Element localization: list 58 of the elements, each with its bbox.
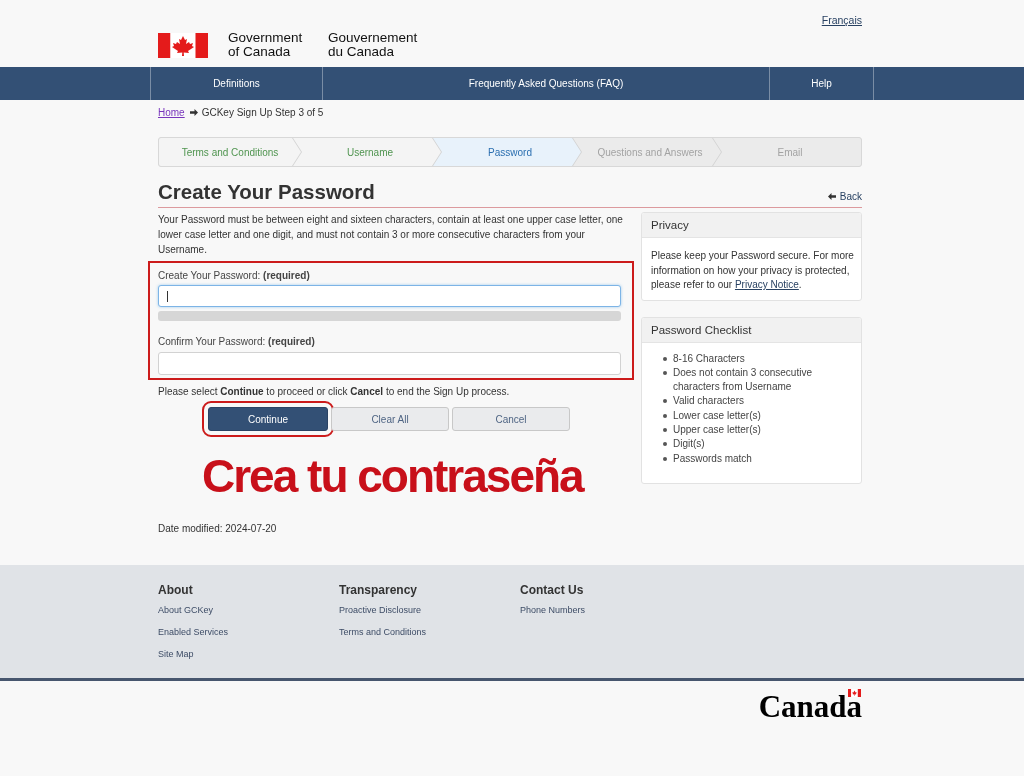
footer-heading: About <box>158 583 193 597</box>
flag-icon <box>848 689 861 697</box>
bullet-icon <box>663 413 667 418</box>
checklist-item: 8-16 Characters <box>673 351 746 366</box>
privacy-text: Please keep your Password secure. For more information on how your privacy is protected, please refer to our Privacy Notice. <box>650 249 855 292</box>
checklist-item: Valid characters <box>673 394 745 409</box>
bullet-icon <box>663 370 667 375</box>
footer-link[interactable]: Proactive Disclosure <box>339 599 422 621</box>
field-label: Confirm Your Password: (required) <box>158 335 316 349</box>
footer-link[interactable]: Site Map <box>158 643 194 665</box>
annotation-caption: Crea tu contraseña <box>202 451 583 501</box>
left-arrow-icon <box>827 193 836 200</box>
menu-link[interactable]: Frequently Asked Questions (FAQ) <box>322 67 769 100</box>
form-button[interactable]: Cancel <box>452 407 570 431</box>
language-link[interactable]: Français <box>821 14 862 26</box>
field-label: Create Your Password: (required) <box>158 269 311 283</box>
footer-heading: Contact Us <box>520 583 584 597</box>
checklist-item: Digit(s) <box>673 437 706 452</box>
progress-step: Questions and Answers <box>573 138 721 166</box>
home-link[interactable]: Home <box>158 107 185 118</box>
bullet-icon <box>663 456 667 461</box>
checklist-item: Lower case letter(s) <box>673 408 762 423</box>
bullet-icon <box>663 356 667 361</box>
password-field[interactable] <box>158 285 621 307</box>
page-title: Create Your Password <box>158 180 375 204</box>
checklist-item: Does not contain 3 consecutive characters from Username <box>673 365 813 395</box>
flag-icon <box>158 32 208 58</box>
form-button[interactable]: Clear All <box>331 407 449 431</box>
footer-link[interactable]: Terms and Conditions <box>339 621 427 643</box>
breadcrumb-text: GCKey Sign Up Step 3 of 5 <box>201 107 324 118</box>
panel-title: Password Checklist <box>642 317 861 343</box>
bullet-icon <box>663 428 667 432</box>
progress-step: Username <box>293 138 441 166</box>
progress-step: Email <box>713 138 861 166</box>
instruction-text: Please select Continue to proceed or click Cancel to end the Sign Up process. <box>158 385 511 399</box>
wordmark-text: Canada <box>758 697 862 717</box>
panel-title: Privacy <box>642 213 861 238</box>
date-modified-text: Date modified: 2024-07-20 <box>158 522 278 536</box>
progress-step: Terms and Conditions <box>159 138 301 166</box>
bullet-icon <box>663 442 667 447</box>
password-field[interactable] <box>158 352 621 375</box>
checklist-item: Passwords match <box>673 451 753 466</box>
privacy-notice-link[interactable]: Privacy Notice <box>734 279 799 290</box>
intro-text: Your Password must be between eight and sixteen characters, contain at least one upper case letter, one lower case letter and one digit, and must not contain 3 or more consecutive characters from your Username. <box>158 213 624 257</box>
progress-step: Password <box>433 138 581 166</box>
checklist-item: Upper case letter(s) <box>673 423 762 437</box>
menu-link[interactable]: Help <box>769 67 874 100</box>
footer-link[interactable]: Enabled Services <box>158 621 229 643</box>
footer-link[interactable]: About GCKey <box>158 599 214 621</box>
signature-text: Government of Canada <box>228 31 304 59</box>
signature-text: Gouvernement du Canada <box>328 31 419 59</box>
back-link[interactable]: Back <box>827 191 862 202</box>
footer-heading: Transparency <box>339 583 418 597</box>
bullet-icon <box>663 399 667 404</box>
right-arrow-icon <box>189 109 198 116</box>
footer-link[interactable]: Phone Numbers <box>520 599 586 621</box>
text-cursor-icon <box>167 290 168 302</box>
menu-link[interactable]: Definitions <box>150 67 322 100</box>
